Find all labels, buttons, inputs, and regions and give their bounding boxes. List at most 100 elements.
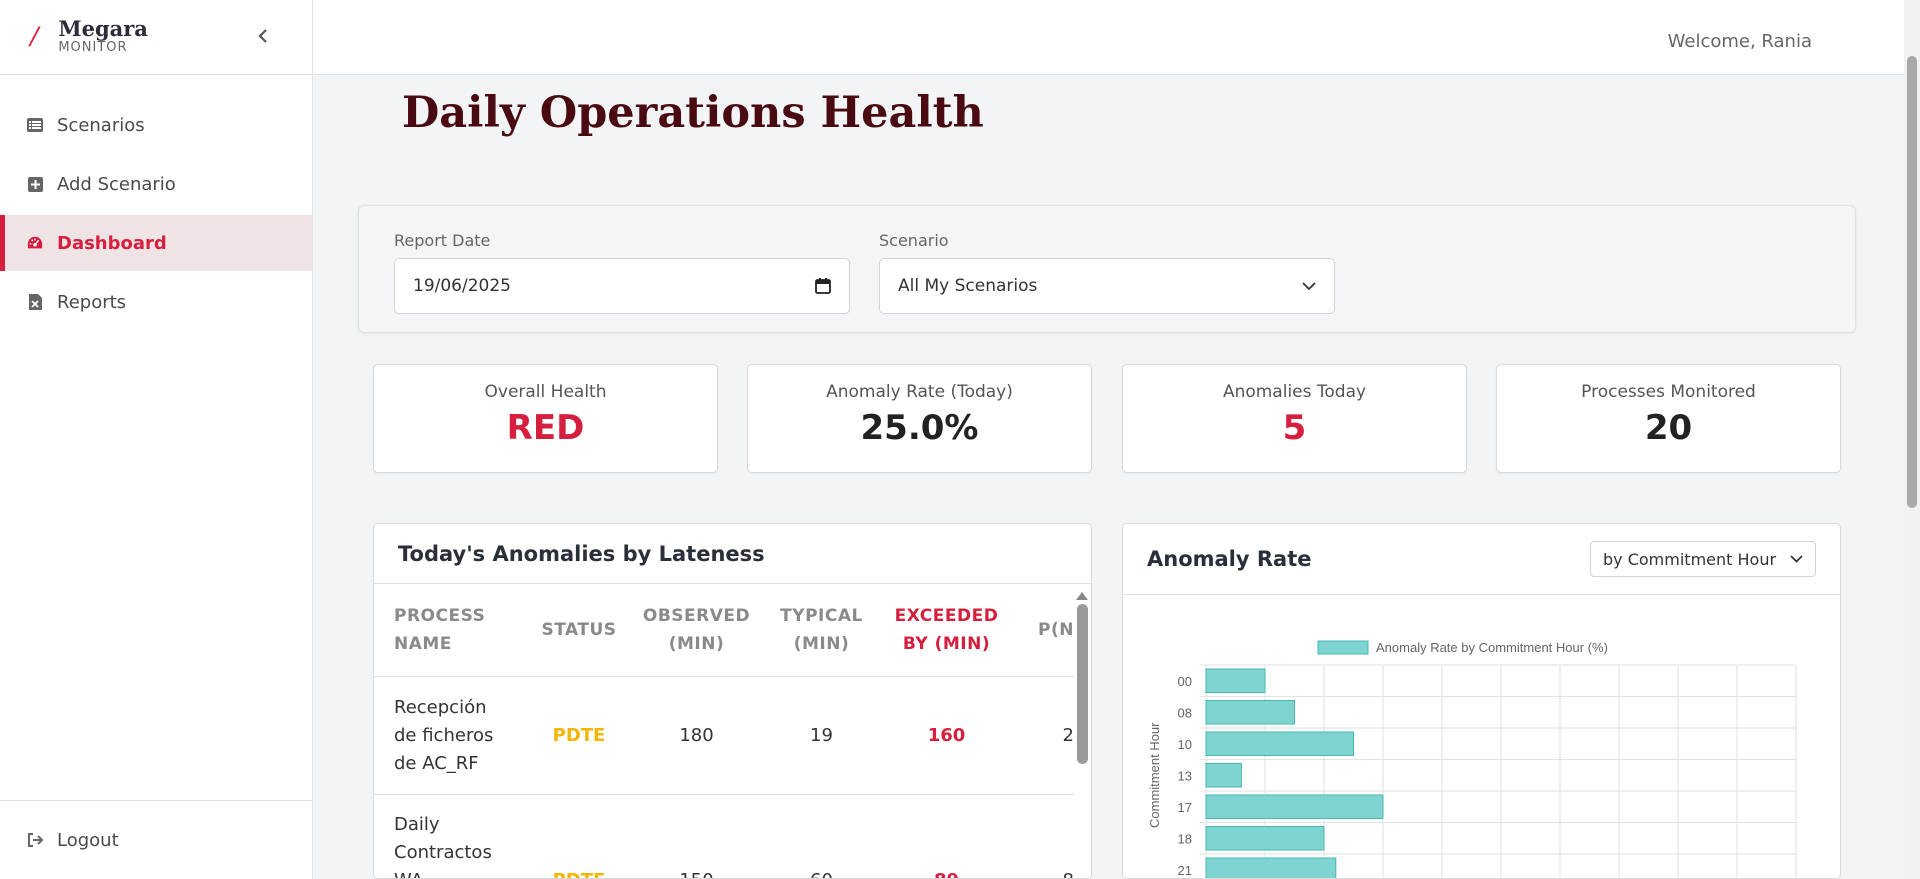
- y-tick-label: 17: [1178, 800, 1192, 815]
- legend-label: Anomaly Rate by Commitment Hour (%): [1376, 640, 1608, 655]
- kpi-processes-monitored: Processes Monitored 20: [1496, 364, 1841, 473]
- y-tick-label: 10: [1178, 737, 1192, 752]
- sidebar-item-label: Dashboard: [57, 232, 167, 254]
- page-scrollbar-thumb[interactable]: [1907, 56, 1917, 508]
- anomaly-rate-chart: Anomaly Rate by Commitment Hour (%) 00 08 1…: [1147, 640, 1797, 878]
- logout-label: Logout: [57, 829, 119, 851]
- bar: [1205, 857, 1337, 878]
- brand: / Megara MONITOR: [0, 0, 312, 75]
- report-date-value: 19/06/2025: [413, 276, 511, 296]
- cell-observed: 180: [679, 724, 714, 746]
- cell-observed: 150: [634, 795, 759, 878]
- panel-header: Anomaly Rate by Commitment Hour: [1123, 524, 1840, 595]
- brand-name: Megara: [58, 16, 148, 41]
- chevron-down-icon: [1790, 555, 1803, 563]
- y-tick-label: 13: [1178, 768, 1192, 783]
- filters-panel: Report Date 19/06/2025 Scenario All My S…: [358, 205, 1856, 333]
- chevron-down-icon: [1302, 281, 1316, 290]
- kpi-value: 25.0%: [860, 408, 979, 448]
- table-scrollbar[interactable]: [1075, 588, 1089, 878]
- list-icon: [27, 117, 43, 133]
- welcome-message: Welcome, Rania: [1667, 31, 1812, 52]
- y-tick-label: 18: [1178, 831, 1192, 846]
- bar: [1205, 668, 1266, 693]
- bar: [1205, 826, 1325, 851]
- sidebar-item-label: Scenarios: [57, 114, 145, 136]
- scroll-up-arrow-icon[interactable]: [1076, 592, 1088, 600]
- excel-file-icon: [27, 294, 43, 310]
- gauge-icon: [27, 235, 43, 251]
- column-header-status[interactable]: STATUS: [524, 616, 634, 644]
- chart-grouping-select[interactable]: by Commitment Hour: [1590, 541, 1816, 577]
- scenario-label: Scenario: [879, 231, 949, 250]
- bar: [1205, 763, 1242, 788]
- table-row[interactable]: DailyContractosWA PDTE 150 60 89 8: [374, 795, 1074, 878]
- sidebar: / Megara MONITOR Scenarios Add Scenario …: [0, 0, 313, 879]
- sidebar-item-dashboard[interactable]: Dashboard: [0, 215, 312, 271]
- y-tick-label: 00: [1178, 674, 1192, 689]
- column-header-observed[interactable]: OBSERVED (MIN): [634, 602, 759, 658]
- cell-status: PDTE: [524, 795, 634, 878]
- sidebar-item-scenarios[interactable]: Scenarios: [0, 97, 312, 153]
- table-header-row: PROCESS NAME STATUS OBSERVED (MIN) TYPICAL…: [374, 584, 1074, 677]
- scrollbar-thumb[interactable]: [1076, 604, 1088, 764]
- brand-subtitle: MONITOR: [58, 40, 128, 55]
- bar: [1205, 731, 1354, 756]
- kpi-anomalies-today: Anomalies Today 5: [1122, 364, 1467, 473]
- collapse-sidebar-button[interactable]: [254, 24, 272, 48]
- scenario-select[interactable]: All My Scenarios: [879, 258, 1335, 314]
- kpi-label: Overall Health: [484, 382, 607, 402]
- cell-p: 8: [1009, 795, 1074, 878]
- kpi-value: 20: [1644, 408, 1693, 448]
- bar: [1205, 794, 1384, 819]
- cell-exceeded: 160: [927, 724, 966, 746]
- sidebar-item-label: Add Scenario: [57, 173, 176, 195]
- report-date-input[interactable]: 19/06/2025: [394, 258, 850, 314]
- cell-process-name: Recepción de ficheros de AC_RF: [394, 696, 494, 774]
- y-tick-label: 21: [1178, 863, 1192, 878]
- anomaly-rate-panel: Anomaly Rate by Commitment Hour Anomaly …: [1122, 523, 1841, 879]
- chart-grouping-value: by Commitment Hour: [1603, 549, 1777, 569]
- bar: [1205, 700, 1295, 725]
- cell-p: 2: [1062, 724, 1074, 746]
- sign-out-icon: [27, 832, 43, 848]
- column-header-typical[interactable]: TYPICAL (MIN): [759, 602, 884, 658]
- sidebar-nav: Scenarios Add Scenario Dashboard Reports: [0, 75, 312, 330]
- kpi-value: 5: [1282, 408, 1307, 448]
- page-scrollbar[interactable]: [1904, 0, 1920, 879]
- y-tick-label: 08: [1178, 705, 1192, 720]
- kpi-label: Processes Monitored: [1581, 382, 1756, 402]
- page-title: Daily Operations Health: [402, 88, 984, 138]
- kpi-value: RED: [506, 408, 585, 448]
- plus-square-icon: [27, 176, 43, 192]
- table-row[interactable]: Recepción de ficheros de AC_RF PDTE 180 19…: [374, 677, 1074, 795]
- cell-status: PDTE: [552, 724, 606, 746]
- sidebar-item-reports[interactable]: Reports: [0, 274, 312, 330]
- anomalies-table: PROCESS NAME STATUS OBSERVED (MIN) TYPICAL…: [374, 584, 1074, 878]
- chevron-left-icon: [258, 29, 267, 43]
- sidebar-item-label: Reports: [57, 291, 127, 313]
- scenario-select-value: All My Scenarios: [898, 276, 1038, 296]
- brand-logo: /: [30, 20, 39, 53]
- column-header-exceeded[interactable]: EXCEEDED BY (MIN): [884, 602, 1009, 658]
- kpi-overall-health: Overall Health RED: [373, 364, 718, 473]
- column-header-p[interactable]: P(N: [1009, 616, 1074, 644]
- calendar-icon[interactable]: [815, 278, 831, 294]
- panel-title: Anomaly Rate: [1147, 547, 1312, 571]
- panel-title: Today's Anomalies by Lateness: [398, 542, 765, 566]
- legend-swatch: [1317, 640, 1369, 655]
- report-date-filter: Report Date 19/06/2025: [394, 231, 850, 314]
- kpi-label: Anomalies Today: [1222, 382, 1367, 402]
- anomalies-table-panel: Today's Anomalies by Lateness PROCESS NAM…: [373, 523, 1092, 879]
- logout-button[interactable]: Logout: [0, 800, 312, 879]
- column-header-process-name[interactable]: PROCESS NAME: [374, 602, 524, 658]
- kpi-anomaly-rate: Anomaly Rate (Today) 25.0%: [747, 364, 1092, 473]
- kpi-label: Anomaly Rate (Today): [826, 382, 1013, 402]
- panel-header: Today's Anomalies by Lateness: [374, 524, 1091, 584]
- cell-exceeded: 89: [884, 795, 1009, 878]
- report-date-label: Report Date: [394, 231, 491, 250]
- top-bar: Welcome, Rania: [313, 0, 1904, 75]
- scenario-filter: Scenario All My Scenarios: [879, 231, 1335, 314]
- sidebar-item-add-scenario[interactable]: Add Scenario: [0, 156, 312, 212]
- cell-process-name: DailyContractosWA: [394, 814, 492, 878]
